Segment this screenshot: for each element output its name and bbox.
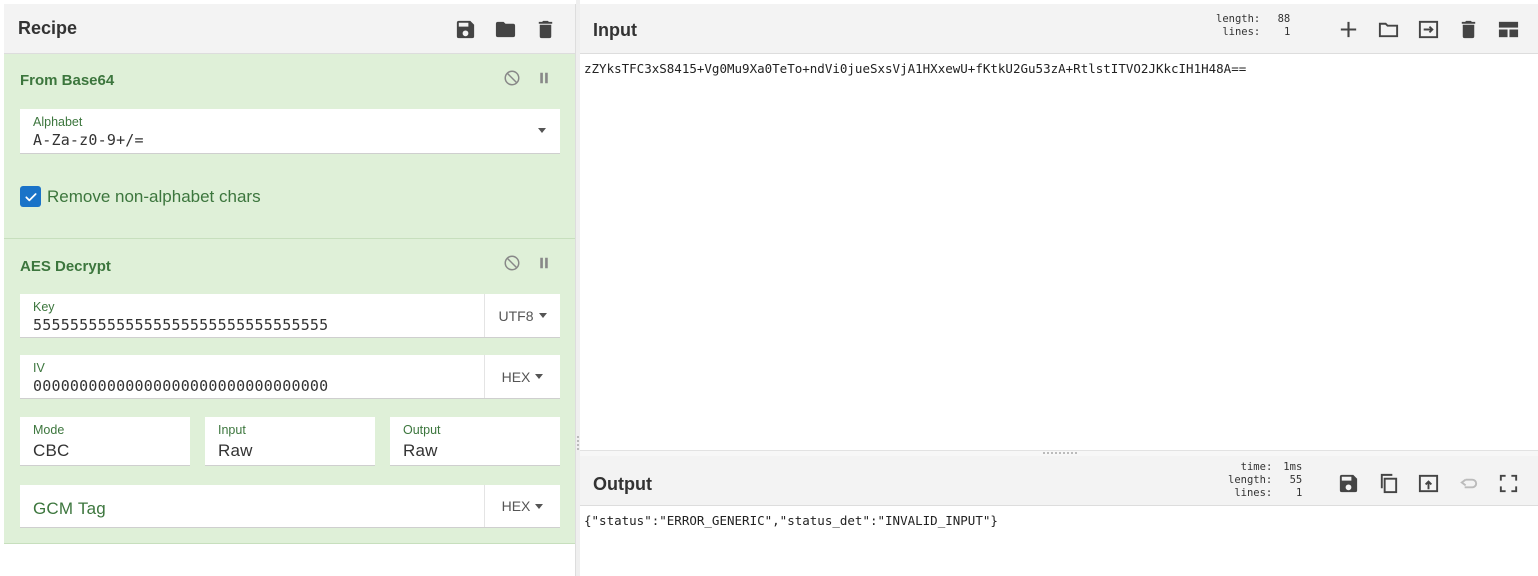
save-icon[interactable] [454, 18, 477, 41]
alphabet-dropdown[interactable]: Alphabet A-Za-z0-9+/= [20, 109, 560, 154]
key-input[interactable]: Key 55555555555555555555555555555555 UTF… [20, 294, 560, 338]
cyberchef-app: Recipe From Base64 Alphabet A-Za-z0-9+/=… [0, 0, 1538, 576]
undo-icon[interactable] [1457, 472, 1480, 495]
key-label: Key [33, 300, 55, 314]
chevron-down-icon [538, 313, 547, 318]
output-time-label: time: [1240, 461, 1273, 473]
recipe-pane: Recipe From Base64 Alphabet A-Za-z0-9+/=… [4, 4, 576, 576]
mode-label: Mode [33, 423, 65, 437]
gcm-tag-encoding-dropdown[interactable]: HEX [484, 485, 560, 527]
open-file-icon[interactable] [1417, 18, 1440, 41]
input-length-value: 88 [1277, 13, 1291, 25]
input-pane: Input length: 88 lines: 1 zZYksTFC3xS841… [580, 4, 1538, 450]
pause-icon[interactable] [535, 69, 553, 87]
alphabet-label: Alphabet [33, 115, 83, 129]
key-encoding-dropdown[interactable]: UTF8 [484, 294, 560, 337]
op-title-aes-decrypt: AES Decrypt [20, 258, 111, 275]
input-format-value: Raw [218, 441, 253, 460]
output-format-value: Raw [403, 441, 438, 460]
mode-value: CBC [33, 441, 70, 460]
alphabet-value: A-Za-z0-9+/= [33, 131, 144, 149]
iv-label: IV [33, 361, 45, 375]
op-title-from-base64: From Base64 [20, 72, 115, 89]
pause-icon[interactable] [535, 254, 553, 272]
mode-dropdown[interactable]: Mode CBC [20, 417, 190, 466]
output-lines-label: lines: [1234, 487, 1273, 499]
op-from-base64: From Base64 Alphabet A-Za-z0-9+/= Remove… [4, 54, 575, 239]
copy-icon[interactable] [1377, 472, 1400, 495]
trash-icon[interactable] [534, 18, 557, 41]
gcm-tag-placeholder: GCM Tag [33, 499, 106, 518]
iv-encoding-dropdown[interactable]: HEX [484, 355, 560, 398]
input-lines-value: 1 [1283, 26, 1291, 38]
chevron-down-icon [535, 374, 544, 379]
gcm-tag-input[interactable]: GCM Tag HEX [20, 485, 560, 528]
checkbox[interactable] [20, 186, 41, 207]
disable-op-icon[interactable] [503, 69, 521, 87]
gcm-tag-encoding-value: HEX [501, 498, 531, 514]
input-header: Input length: 88 lines: 1 [580, 4, 1538, 54]
splitter-grip [577, 436, 579, 450]
maximize-icon[interactable] [1497, 472, 1520, 495]
output-length-value: 55 [1289, 474, 1303, 486]
remove-non-alphabet-toggle[interactable]: Remove non-alphabet chars [20, 186, 261, 207]
input-lines-label: lines: [1222, 26, 1261, 38]
output-format-dropdown[interactable]: Output Raw [390, 417, 560, 466]
input-format-dropdown[interactable]: Input Raw [205, 417, 375, 466]
folder-icon[interactable] [494, 18, 517, 41]
chevron-down-icon [535, 503, 544, 509]
recipe-header: Recipe [4, 4, 575, 54]
iv-input[interactable]: IV 00000000000000000000000000000000 HEX [20, 355, 560, 399]
recipe-title: Recipe [18, 18, 78, 38]
replace-input-icon[interactable] [1417, 472, 1440, 495]
input-textarea[interactable]: zZYksTFC3xS8415+Vg0Mu9Xa0TeTo+ndVi0jueSx… [580, 54, 1538, 83]
layout-icon[interactable] [1497, 18, 1520, 41]
output-textarea[interactable]: {"status":"ERROR_GENERIC","status_det":"… [580, 506, 1538, 535]
key-value: 55555555555555555555555555555555 [33, 316, 329, 334]
input-format-label: Input [218, 423, 246, 437]
iv-value: 00000000000000000000000000000000 [33, 377, 329, 395]
input-length-label: length: [1216, 13, 1261, 25]
op-aes-decrypt: AES Decrypt Key 555555555555555555555555… [4, 239, 575, 544]
horizontal-splitter-grip [1043, 452, 1077, 454]
disable-op-icon[interactable] [503, 254, 521, 272]
remove-non-alphabet-label: Remove non-alphabet chars [47, 186, 261, 206]
output-lines-value: 1 [1295, 487, 1303, 499]
iv-encoding-value: HEX [501, 368, 531, 385]
save-icon[interactable] [1337, 472, 1360, 495]
add-tab-icon[interactable] [1337, 18, 1360, 41]
output-time-value: 1ms [1283, 461, 1303, 473]
key-encoding-value: UTF8 [498, 307, 534, 324]
trash-icon[interactable] [1457, 18, 1480, 41]
open-folder-icon[interactable] [1377, 18, 1400, 41]
input-stats: length: 88 lines: 1 [1216, 13, 1290, 39]
output-length-label: length: [1228, 474, 1273, 486]
input-title: Input [593, 20, 637, 40]
output-format-label: Output [403, 423, 441, 437]
chevron-down-icon [538, 128, 546, 133]
output-header: Output time: 1ms length: 55 lines: 1 [580, 456, 1538, 506]
output-pane: Output time: 1ms length: 55 lines: 1 {"s… [580, 456, 1538, 576]
output-title: Output [593, 474, 652, 494]
output-stats: time: 1ms length: 55 lines: 1 [1228, 461, 1302, 500]
